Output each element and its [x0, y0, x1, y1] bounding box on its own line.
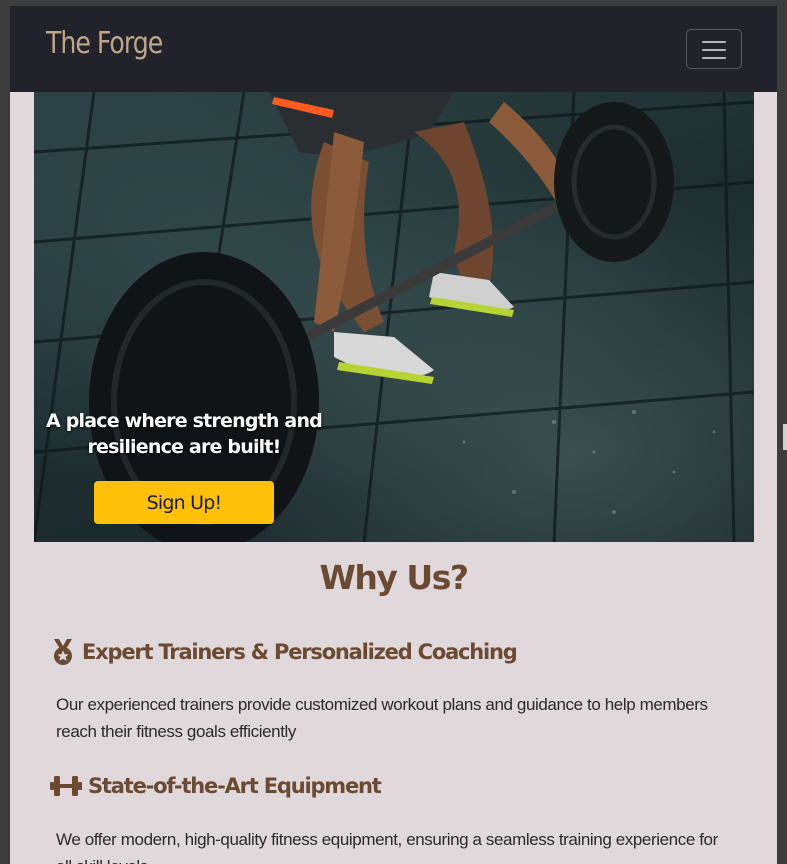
feature-heading-trainers: Expert Trainers & Personalized Coaching	[50, 638, 518, 666]
feature-text: We offer modern, high-quality fitness eq…	[56, 830, 718, 864]
brand-logo[interactable]: The Forge	[46, 26, 163, 61]
navbar: The Forge	[10, 6, 777, 92]
hero-caption: A place where strength and resilience ar…	[45, 410, 323, 458]
medal-icon	[54, 639, 72, 665]
scrollbar-thumb[interactable]	[783, 424, 787, 450]
why-us-title: Why Us?	[319, 558, 469, 597]
hero-image	[34, 92, 754, 542]
feature-text: Our experienced trainers provide customi…	[56, 695, 708, 741]
feature-heading-equipment: State-of-the-Art Equipment	[50, 774, 382, 798]
page: The Forge A place where strength and res…	[10, 6, 777, 864]
sign-up-button[interactable]: Sign Up!	[94, 481, 274, 524]
hero-section: A place where strength and resilience ar…	[34, 92, 754, 542]
dumbbell-icon	[50, 776, 82, 796]
navbar-toggle-button[interactable]	[686, 29, 742, 69]
feature-title: Expert Trainers & Personalized Coaching	[82, 640, 518, 664]
feature-title: State-of-the-Art Equipment	[88, 774, 382, 798]
